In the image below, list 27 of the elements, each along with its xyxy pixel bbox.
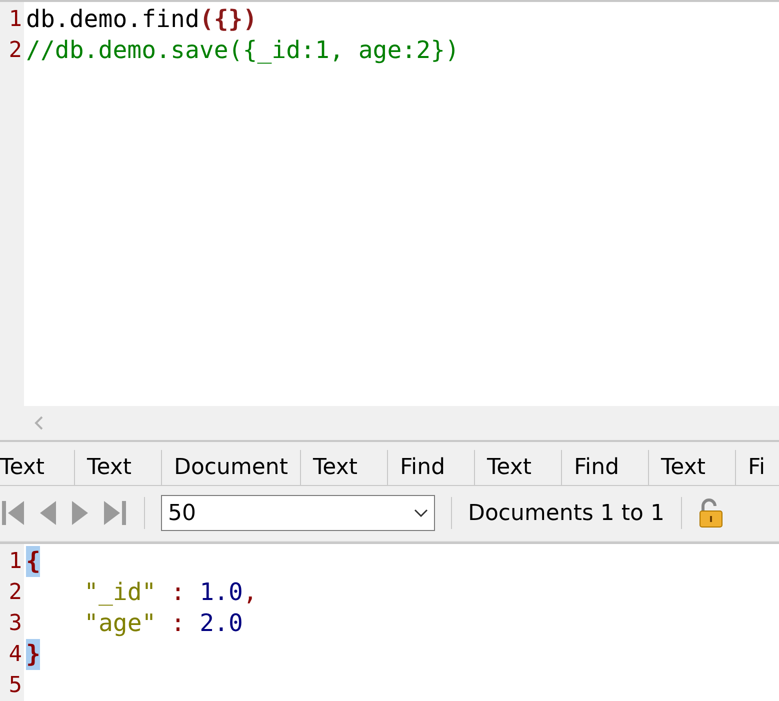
json-text: 1.0 (200, 577, 243, 608)
line-number: 5 (8, 672, 23, 700)
json-text: : (170, 577, 186, 608)
padlock-icon[interactable] (698, 497, 724, 530)
scroll-left-icon[interactable] (34, 416, 44, 430)
line-number: 1 (8, 548, 23, 576)
json-text: , (242, 577, 258, 608)
chevron-down-icon (414, 509, 428, 518)
result-viewer[interactable]: 1 2 3 4 5 { "_id" : 1.0, "age" : 2.0 } (0, 542, 779, 701)
line-number: 3 (8, 610, 23, 638)
page-size-dropdown[interactable]: 50 (161, 495, 435, 532)
line-number: 2 (8, 579, 23, 608)
code-text: ({}) (199, 4, 258, 35)
code-text: db.demo.find (26, 4, 200, 35)
line-number: 2 (8, 37, 23, 65)
query-editor[interactable]: 1 2 db.demo.find({}) //db.demo.save({_id:1, age:2}) (0, 0, 779, 406)
json-text: : (170, 608, 186, 640)
json-text: 2.0 (200, 608, 243, 640)
code-text: //db.demo.save({_id:1, age:2}) (26, 35, 460, 66)
highlighted-brace: } (26, 639, 40, 670)
line-number: 1 (8, 6, 23, 34)
json-text: "_id" (84, 577, 156, 608)
highlighted-brace: { (26, 546, 40, 578)
result-tab[interactable]: Text (0, 450, 75, 485)
line-number: 4 (8, 641, 23, 670)
json-text: "age" (84, 608, 156, 640)
documents-count: Documents 1 to 1 (468, 500, 664, 526)
